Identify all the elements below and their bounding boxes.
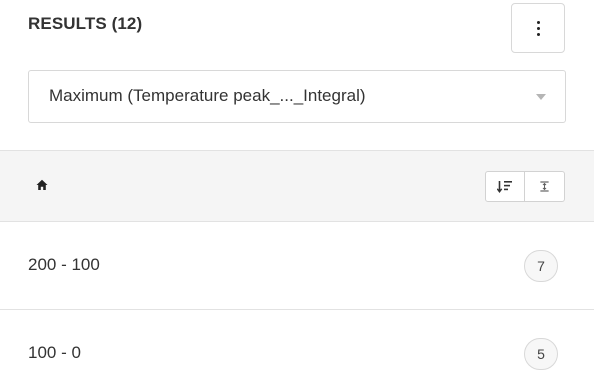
result-label: 100 - 0 (28, 343, 81, 362)
results-header: RESULTS (12) Maximum (Temperature peak_.… (0, 0, 594, 150)
expand-collapse-button[interactable] (525, 171, 565, 202)
results-title: RESULTS (12) (28, 14, 143, 33)
expand-collapse-icon (540, 181, 549, 192)
result-label: 200 - 100 (28, 255, 100, 274)
count-badge: 7 (524, 250, 558, 282)
results-panel: RESULTS (12) Maximum (Temperature peak_.… (0, 0, 594, 386)
sort-icon (497, 180, 512, 193)
count-badge: 5 (524, 338, 558, 370)
home-icon[interactable] (36, 179, 48, 191)
view-controls (485, 171, 565, 202)
caret-down-icon (536, 94, 546, 100)
result-row[interactable]: 200 - 100 7 (0, 222, 594, 310)
breadcrumb-bar (0, 150, 594, 222)
result-row[interactable]: 100 - 0 5 (0, 310, 594, 386)
more-vertical-icon (536, 20, 540, 36)
sort-button[interactable] (485, 171, 525, 202)
attribute-select-value: Maximum (Temperature peak_..._Integral) (49, 86, 366, 105)
attribute-select[interactable]: Maximum (Temperature peak_..._Integral) (28, 70, 566, 123)
more-options-button[interactable] (511, 3, 565, 53)
